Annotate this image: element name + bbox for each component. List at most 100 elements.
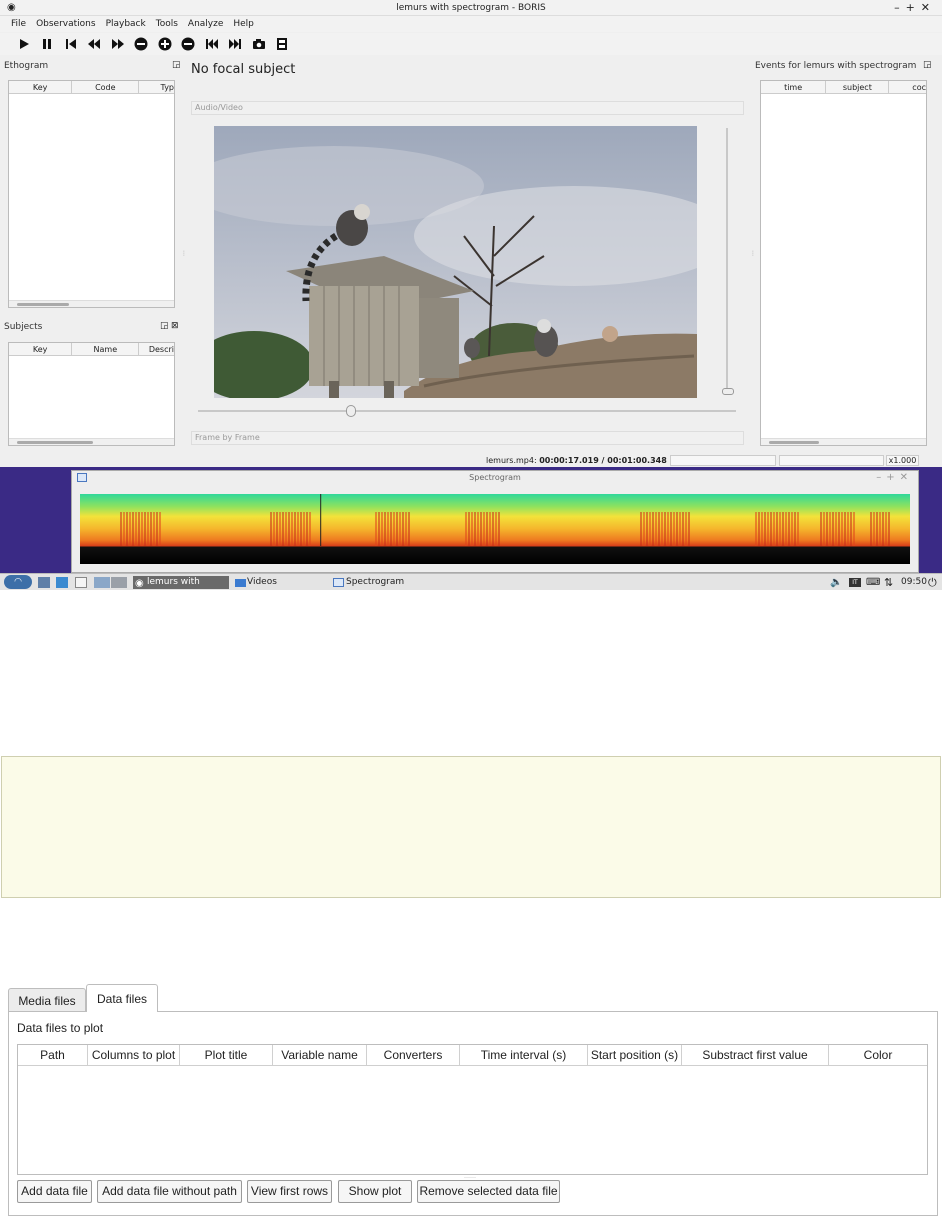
col-path[interactable]: Path — [18, 1045, 88, 1065]
col-code[interactable]: Code — [72, 81, 140, 93]
col-color[interactable]: Color — [829, 1045, 927, 1065]
rewind-icon[interactable] — [83, 35, 107, 53]
workspace-1[interactable] — [94, 577, 110, 588]
col-converters[interactable]: Converters — [367, 1045, 460, 1065]
keyboard-icon[interactable]: ⌨ — [866, 574, 880, 591]
menu-observations[interactable]: Observations — [31, 16, 101, 32]
splitter-handle[interactable]: ⋮ — [750, 250, 756, 257]
pause-icon[interactable] — [36, 35, 60, 53]
spectrogram-burst — [679, 512, 681, 546]
spectrogram-burst — [405, 512, 407, 546]
volume-slider-track[interactable] — [726, 128, 728, 390]
workspace-2[interactable] — [111, 577, 127, 588]
col-start-position[interactable]: Start position (s) — [588, 1045, 682, 1065]
start-menu-icon[interactable]: ◠ — [4, 575, 32, 589]
volume-icon[interactable]: 🔈 — [830, 574, 842, 591]
task-boris[interactable]: ◉ lemurs with spect... — [133, 576, 229, 600]
col-key[interactable]: Key — [9, 81, 73, 93]
spectrogram-burst — [670, 512, 672, 546]
minus-circle-icon[interactable] — [177, 35, 201, 53]
spectrogram-burst — [408, 512, 410, 546]
col-substract-first-value[interactable]: Substract first value — [682, 1045, 829, 1065]
spectrogram-burst — [285, 512, 287, 546]
task-spectrogram[interactable]: Spectrogram — [332, 576, 462, 589]
spectrogram-burst — [667, 512, 669, 546]
col-time-interval[interactable]: Time interval (s) — [460, 1045, 588, 1065]
menu-analyze[interactable]: Analyze — [183, 16, 228, 32]
add-data-file-button[interactable]: Add data file — [17, 1180, 92, 1203]
fast-forward-icon[interactable] — [106, 35, 130, 53]
spectrogram-burst — [770, 512, 772, 546]
col-plot-title[interactable]: Plot title — [180, 1045, 273, 1065]
task-videos[interactable]: Videos — [233, 576, 329, 589]
next-media-icon[interactable] — [224, 35, 248, 53]
show-plot-button[interactable]: Show plot — [338, 1180, 412, 1203]
spectrogram-burst — [288, 512, 290, 546]
menu-tools[interactable]: Tools — [151, 16, 183, 32]
menu-playback[interactable]: Playback — [101, 16, 151, 32]
dock-close-icon[interactable]: ⊠ — [171, 321, 179, 331]
taskbar: ◠ ◉ lemurs with spect... Videos Spectrog… — [0, 573, 942, 600]
col-code[interactable]: coc — [889, 81, 926, 93]
col-description[interactable]: Descri — [139, 343, 174, 355]
remove-selected-data-file-button[interactable]: Remove selected data file — [417, 1180, 560, 1203]
play-icon[interactable] — [12, 35, 36, 53]
subjects-header: Key Name Descri — [9, 343, 174, 356]
network-icon[interactable]: ⇅ — [884, 574, 893, 591]
terminal-icon[interactable] — [75, 577, 87, 588]
menu-help[interactable]: Help — [228, 16, 259, 32]
ethogram-table[interactable]: Key Code Typ — [8, 80, 175, 308]
col-type[interactable]: Typ — [139, 81, 174, 93]
position-slider-track[interactable] — [198, 410, 736, 412]
horizontal-scrollbar[interactable] — [761, 438, 926, 445]
window-controls[interactable]: –+✕ — [894, 0, 936, 16]
col-columns-to-plot[interactable]: Columns to plot — [88, 1045, 180, 1065]
tab-data-files[interactable]: Data files — [86, 984, 158, 1012]
film-icon[interactable] — [271, 35, 295, 53]
horizontal-scrollbar[interactable] — [9, 300, 174, 307]
spectrogram-burst — [797, 512, 799, 546]
spectrogram-burst — [870, 512, 872, 546]
spectrogram-burst — [876, 512, 878, 546]
plus-circle-icon[interactable] — [153, 35, 177, 53]
spectrogram-burst — [761, 512, 763, 546]
show-desktop-icon[interactable] — [38, 577, 50, 588]
frame-by-frame-bar: Frame by Frame — [191, 431, 744, 445]
keyboard-layout-icon[interactable]: IT — [849, 578, 861, 587]
dock-float-icon[interactable]: ◲ — [160, 321, 169, 331]
dock-float-icon[interactable]: ◲ — [172, 60, 181, 70]
splitter-handle[interactable]: ⋮ — [181, 250, 187, 257]
events-table[interactable]: time subject coc — [760, 80, 927, 446]
file-manager-icon[interactable] — [56, 577, 68, 588]
skip-start-icon[interactable] — [59, 35, 83, 53]
col-subject[interactable]: subject — [826, 81, 890, 93]
horizontal-scrollbar[interactable] — [9, 438, 174, 445]
spectrogram-burst — [658, 512, 660, 546]
splitter-handle[interactable]: …… — [464, 1173, 476, 1180]
menu-file[interactable]: File — [6, 16, 31, 32]
camera-icon[interactable] — [247, 35, 271, 53]
spectrogram-burst — [788, 512, 790, 546]
spectrogram-plot[interactable] — [80, 494, 910, 564]
view-first-rows-button[interactable]: View first rows — [247, 1180, 332, 1203]
add-data-file-without-path-button[interactable]: Add data file without path — [97, 1180, 242, 1203]
spectrogram-burst — [492, 512, 494, 546]
tab-media-files[interactable]: Media files — [8, 988, 86, 1012]
spectrogram-burst — [306, 512, 308, 546]
window-controls[interactable]: –+✕ — [876, 471, 913, 485]
position-slider-handle[interactable] — [346, 405, 356, 417]
video-frame[interactable] — [214, 126, 697, 398]
boris-screenshot: ◉ lemurs with spectrogram - BORIS –+✕ Fi… — [0, 0, 942, 600]
data-files-table[interactable]: Path Columns to plot Plot title Variable… — [17, 1044, 928, 1175]
col-name[interactable]: Name — [72, 343, 140, 355]
dock-float-icon[interactable]: ◲ — [923, 60, 932, 70]
subjects-table[interactable]: Key Name Descri — [8, 342, 175, 446]
col-key[interactable]: Key — [9, 343, 73, 355]
spectrogram-burst — [649, 512, 651, 546]
volume-slider-handle[interactable] — [722, 388, 734, 395]
previous-media-icon[interactable] — [200, 35, 224, 53]
col-variable-name[interactable]: Variable name — [273, 1045, 367, 1065]
minus-circle-icon[interactable] — [130, 35, 154, 53]
power-icon[interactable]: ⏻ — [928, 574, 937, 591]
col-time[interactable]: time — [761, 81, 827, 93]
